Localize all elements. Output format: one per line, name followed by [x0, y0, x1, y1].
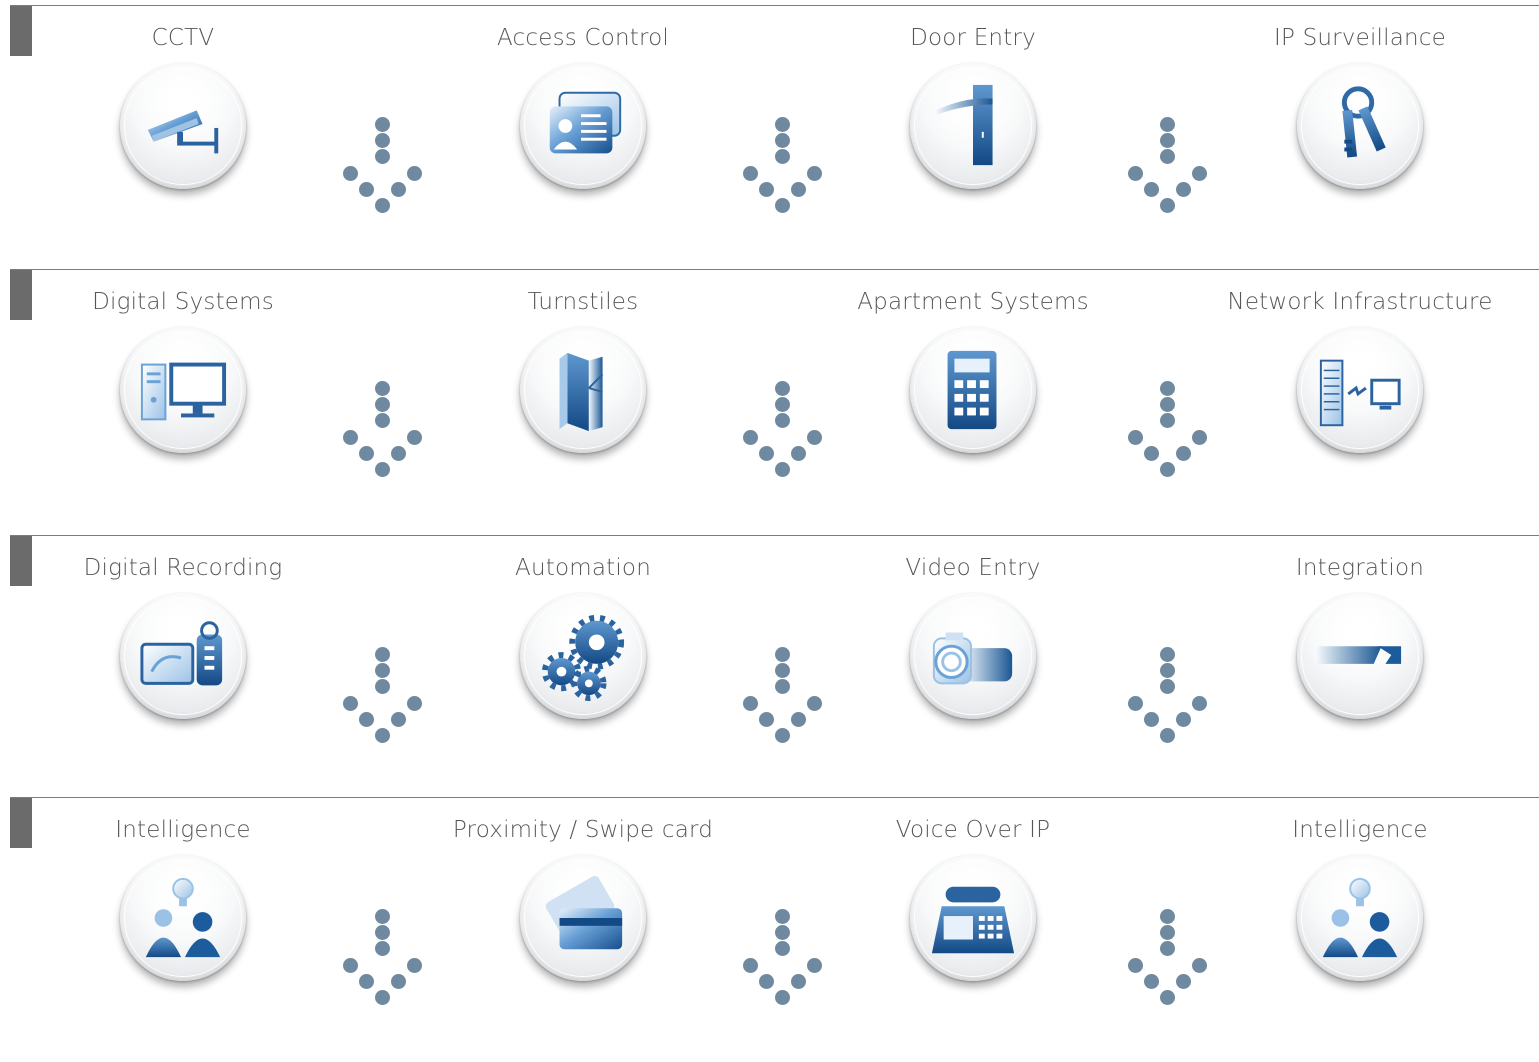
service-icon-button[interactable] [910, 327, 1036, 453]
dots-separator-icon [1125, 381, 1209, 477]
service-icon-button[interactable] [1297, 593, 1423, 719]
keys-icon [1341, 86, 1386, 158]
video-recorder-icon [140, 621, 223, 686]
service-label: Network Infrastructure [1227, 289, 1493, 315]
dots-separator-icon [1125, 909, 1209, 1005]
service-label: Digital Recording [83, 555, 283, 581]
dots-separator-icon [740, 381, 824, 477]
dots-separator-icon [1125, 647, 1209, 743]
desktop-computer-icon [140, 362, 227, 421]
service-label: Intelligence [115, 817, 251, 843]
service-label: Video Entry [905, 555, 1041, 581]
service-row: Intelligence Proximity / Swipe card Voice … [0, 797, 1539, 1062]
dots-separator-icon [740, 909, 824, 1005]
keypad-icon [947, 350, 997, 430]
door-handle-icon [935, 84, 993, 166]
service-icon-button[interactable] [120, 327, 246, 453]
service-label: Intelligence [1292, 817, 1428, 843]
row-marker [10, 536, 32, 586]
service-icon-button[interactable] [120, 593, 246, 719]
dots-separator-icon [340, 647, 424, 743]
row-marker [10, 270, 32, 320]
people-idea-icon [1322, 877, 1398, 958]
dots-separator-icon [1125, 117, 1209, 213]
arrow-integration-icon [1316, 646, 1402, 664]
dots-separator-icon [340, 117, 424, 213]
service-icon-button[interactable] [910, 593, 1036, 719]
service-icon-button[interactable] [910, 63, 1036, 189]
id-card-icon [549, 91, 622, 154]
service-label: CCTV [151, 25, 215, 51]
dots-separator-icon [340, 909, 424, 1005]
gears-icon [541, 614, 625, 701]
service-label: Access Control [497, 25, 669, 51]
row-divider [10, 5, 1539, 6]
service-icon-button[interactable] [1297, 63, 1423, 189]
service-row: Digital Systems Turnstiles Apartment Syste… [0, 269, 1539, 534]
service-icon-button[interactable] [520, 855, 646, 981]
row-marker [10, 798, 32, 848]
cctv-camera-icon [147, 110, 219, 154]
service-icon-button[interactable] [520, 593, 646, 719]
service-label: Proximity / Swipe card [452, 817, 714, 843]
swipe-card-icon [545, 875, 623, 950]
dots-separator-icon [740, 117, 824, 213]
service-icon-button[interactable] [520, 327, 646, 453]
row-divider [10, 797, 1539, 798]
service-icon-button[interactable] [910, 855, 1036, 981]
people-idea-icon [145, 877, 221, 958]
turnstile-icon [559, 352, 604, 432]
service-label: Turnstiles [527, 289, 639, 315]
row-divider [10, 269, 1539, 270]
service-label: Voice Over IP [895, 817, 1051, 843]
service-label: Apartment Systems [857, 289, 1089, 315]
service-icon-button[interactable] [1297, 855, 1423, 981]
row-marker [10, 6, 32, 56]
service-icon-button[interactable] [120, 855, 246, 981]
service-label: IP Surveillance [1274, 25, 1446, 51]
service-label: Digital Systems [92, 289, 274, 315]
video-camera-icon [932, 632, 1013, 685]
service-label: Integration [1295, 555, 1425, 581]
service-icon-button[interactable] [120, 63, 246, 189]
service-row: CCTV Access Control Door Entry IP Surveilla… [0, 5, 1539, 270]
service-icon-button[interactable] [1297, 327, 1423, 453]
network-server-icon [1319, 359, 1401, 427]
row-divider [10, 535, 1539, 536]
service-icon-button[interactable] [520, 63, 646, 189]
service-label: Automation [515, 555, 651, 581]
service-row: Digital Recording Automation Video Entry In… [0, 535, 1539, 800]
service-label: Door Entry [910, 25, 1036, 51]
dots-separator-icon [340, 381, 424, 477]
dots-separator-icon [740, 647, 824, 743]
voip-phone-icon [931, 886, 1015, 954]
